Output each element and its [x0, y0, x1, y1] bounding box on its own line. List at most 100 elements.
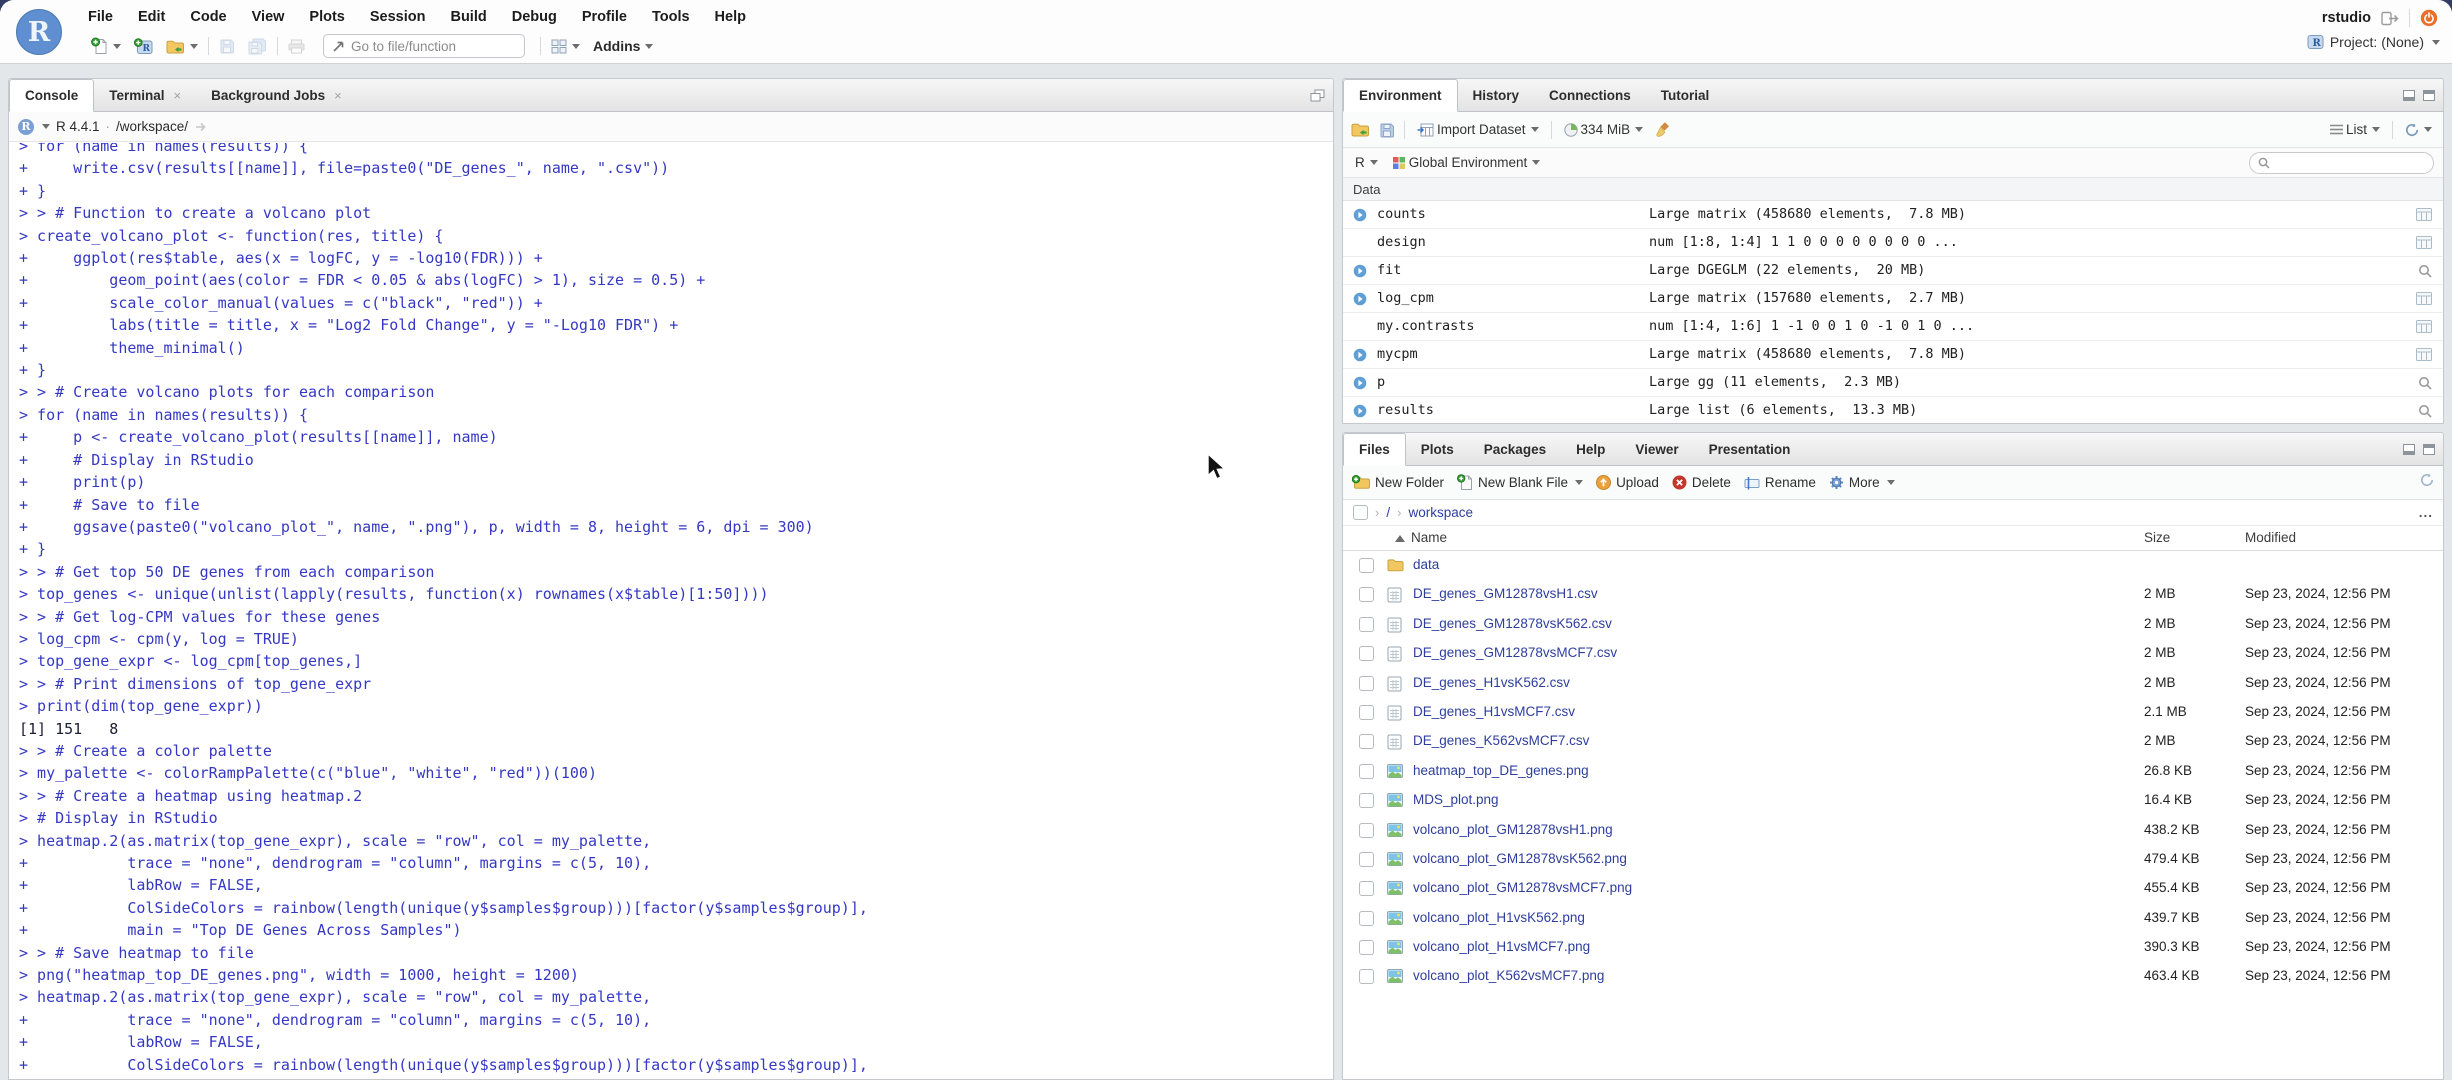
file-checkbox[interactable] — [1359, 675, 1374, 691]
panes-layout-button[interactable] — [548, 37, 583, 56]
view-table-icon[interactable] — [2416, 208, 2432, 221]
tab-background-jobs[interactable]: Background Jobs × — [196, 79, 357, 111]
power-button-icon[interactable] — [2420, 9, 2438, 27]
tab-help[interactable]: Help — [1561, 433, 1620, 465]
view-directory-icon[interactable] — [194, 120, 207, 133]
file-name-link[interactable]: volcano_plot_K562vsMCF7.png — [1413, 968, 1604, 983]
tab-plots[interactable]: Plots — [1406, 433, 1469, 465]
view-table-icon[interactable] — [2416, 292, 2432, 305]
file-checkbox[interactable] — [1359, 616, 1374, 632]
tab-console[interactable]: Console — [9, 79, 95, 112]
select-all-checkbox[interactable] — [1353, 505, 1368, 520]
import-dataset-button[interactable]: Import Dataset — [1414, 120, 1542, 139]
file-checkbox[interactable] — [1359, 910, 1374, 926]
file-checkbox[interactable] — [1359, 558, 1374, 573]
goto-file-function-box[interactable] — [323, 34, 525, 58]
breadcrumb-root-link[interactable]: / — [1386, 505, 1390, 520]
project-selector[interactable]: R Project: (None) — [2307, 34, 2440, 50]
close-tab-icon[interactable]: × — [174, 88, 182, 103]
view-table-icon[interactable] — [2416, 320, 2432, 333]
environment-variable-row[interactable]: p Large gg (11 elements, 2.3 MB) — [1343, 369, 2443, 397]
new-folder-button[interactable]: New Folder — [1352, 475, 1444, 490]
file-checkbox[interactable] — [1359, 793, 1374, 809]
environment-variable-row[interactable]: design num [1:8, 1:4] 1 1 0 0 0 0 0 0 0 0… — [1343, 229, 2443, 257]
rename-button[interactable]: Rename — [1744, 475, 1816, 490]
file-row[interactable]: volcano_plot_GM12878vsH1.png 438.2 KB Sep … — [1343, 816, 2443, 845]
column-header-modified[interactable]: Modified — [2245, 530, 2296, 545]
file-row[interactable]: MDS_plot.png 16.4 KB Sep 23, 2024, 12:56 P… — [1343, 786, 2443, 815]
view-table-icon[interactable] — [2416, 236, 2432, 249]
menu-file[interactable]: File — [88, 9, 113, 25]
minimize-pane-icon[interactable] — [2403, 443, 2415, 455]
expand-object-icon[interactable] — [1353, 292, 1367, 306]
file-checkbox[interactable] — [1359, 704, 1374, 720]
delete-button[interactable]: Delete — [1672, 475, 1731, 490]
console-output-area[interactable]: > for (name in names(results)) {+ write.… — [9, 143, 1333, 1079]
file-checkbox[interactable] — [1359, 822, 1374, 838]
file-name-link[interactable]: DE_genes_GM12878vsMCF7.csv — [1413, 645, 1617, 660]
tab-viewer[interactable]: Viewer — [1620, 433, 1693, 465]
maximize-pane-icon[interactable] — [2423, 443, 2435, 455]
minimize-pane-icon[interactable] — [2403, 89, 2415, 101]
file-name-link[interactable]: DE_genes_GM12878vsH1.csv — [1413, 586, 1598, 601]
file-name-link[interactable]: DE_genes_H1vsMCF7.csv — [1413, 704, 1575, 719]
new-file-button[interactable] — [88, 35, 124, 57]
expand-object-icon[interactable] — [1353, 208, 1367, 222]
new-blank-file-button[interactable]: New Blank File — [1457, 474, 1584, 491]
file-name-link[interactable]: data — [1413, 557, 1439, 572]
column-header-size[interactable]: Size — [2144, 530, 2170, 545]
file-checkbox[interactable] — [1359, 851, 1374, 867]
expand-object-icon[interactable] — [1353, 348, 1367, 362]
clear-objects-broom-icon[interactable] — [1655, 121, 1671, 138]
load-workspace-icon[interactable] — [1351, 122, 1370, 137]
inspect-object-icon[interactable] — [2418, 404, 2432, 418]
environment-variable-row[interactable]: my.contrasts num [1:4, 1:6] 1 -1 0 0 1 0 … — [1343, 313, 2443, 341]
menu-edit[interactable]: Edit — [138, 9, 165, 25]
breadcrumb-dir-link[interactable]: workspace — [1408, 505, 1473, 520]
file-name-link[interactable]: volcano_plot_H1vsK562.png — [1413, 910, 1585, 925]
environment-selector[interactable]: Global Environment — [1389, 153, 1544, 172]
environment-variable-row[interactable]: counts Large matrix (458680 elements, 7.8… — [1343, 201, 2443, 229]
menu-tools[interactable]: Tools — [652, 9, 690, 25]
list-view-button[interactable]: List — [2327, 120, 2383, 139]
environment-variable-row[interactable]: results Large list (6 elements, 13.3 MB) — [1343, 397, 2443, 423]
tab-presentation[interactable]: Presentation — [1694, 433, 1806, 465]
menu-code[interactable]: Code — [190, 9, 226, 25]
inspect-object-icon[interactable] — [2418, 376, 2432, 390]
menu-profile[interactable]: Profile — [582, 9, 627, 25]
memory-usage-button[interactable]: 334 MiB — [1561, 120, 1647, 139]
view-table-icon[interactable] — [2416, 348, 2432, 361]
menu-plots[interactable]: Plots — [309, 9, 344, 25]
save-workspace-icon[interactable] — [1379, 122, 1395, 138]
menu-build[interactable]: Build — [450, 9, 486, 25]
file-checkbox[interactable] — [1359, 646, 1374, 662]
file-name-link[interactable]: DE_genes_H1vsK562.csv — [1413, 675, 1570, 690]
maximize-pane-icon[interactable] — [2423, 89, 2435, 101]
chevron-down-icon[interactable] — [42, 124, 50, 129]
refresh-files-button[interactable] — [2420, 473, 2434, 492]
file-row[interactable]: heatmap_top_DE_genes.png 26.8 KB Sep 23, 2… — [1343, 757, 2443, 786]
breadcrumb-more-button[interactable]: ... — [2419, 505, 2433, 520]
file-row[interactable]: DE_genes_GM12878vsK562.csv 2 MB Sep 23, 20… — [1343, 610, 2443, 639]
file-row[interactable]: DE_genes_GM12878vsH1.csv 2 MB Sep 23, 2024… — [1343, 580, 2443, 609]
sign-out-icon[interactable] — [2381, 11, 2399, 26]
file-name-link[interactable]: volcano_plot_GM12878vsK562.png — [1413, 851, 1627, 866]
print-button[interactable] — [285, 37, 308, 56]
file-row[interactable]: volcano_plot_K562vsMCF7.png 463.4 KB Sep 2… — [1343, 962, 2443, 991]
file-checkbox[interactable] — [1359, 940, 1374, 956]
save-button[interactable] — [216, 36, 238, 56]
expand-object-icon[interactable] — [1353, 264, 1367, 278]
file-name-link[interactable]: DE_genes_GM12878vsK562.csv — [1413, 616, 1612, 631]
file-row[interactable]: DE_genes_GM12878vsMCF7.csv 2 MB Sep 23, 20… — [1343, 639, 2443, 668]
column-header-name[interactable]: Name — [1411, 530, 1447, 545]
tab-environment[interactable]: Environment — [1343, 79, 1458, 112]
tab-tutorial[interactable]: Tutorial — [1646, 79, 1725, 111]
save-all-button[interactable] — [245, 36, 270, 57]
file-checkbox[interactable] — [1359, 763, 1374, 779]
file-row[interactable]: data — [1343, 551, 2443, 580]
file-checkbox[interactable] — [1359, 734, 1374, 750]
new-project-button[interactable]: R — [131, 36, 156, 57]
environment-variable-row[interactable]: log_cpm Large matrix (157680 elements, 2.… — [1343, 285, 2443, 313]
menu-view[interactable]: View — [252, 9, 285, 25]
file-row[interactable]: volcano_plot_H1vsK562.png 439.7 KB Sep 23,… — [1343, 904, 2443, 933]
